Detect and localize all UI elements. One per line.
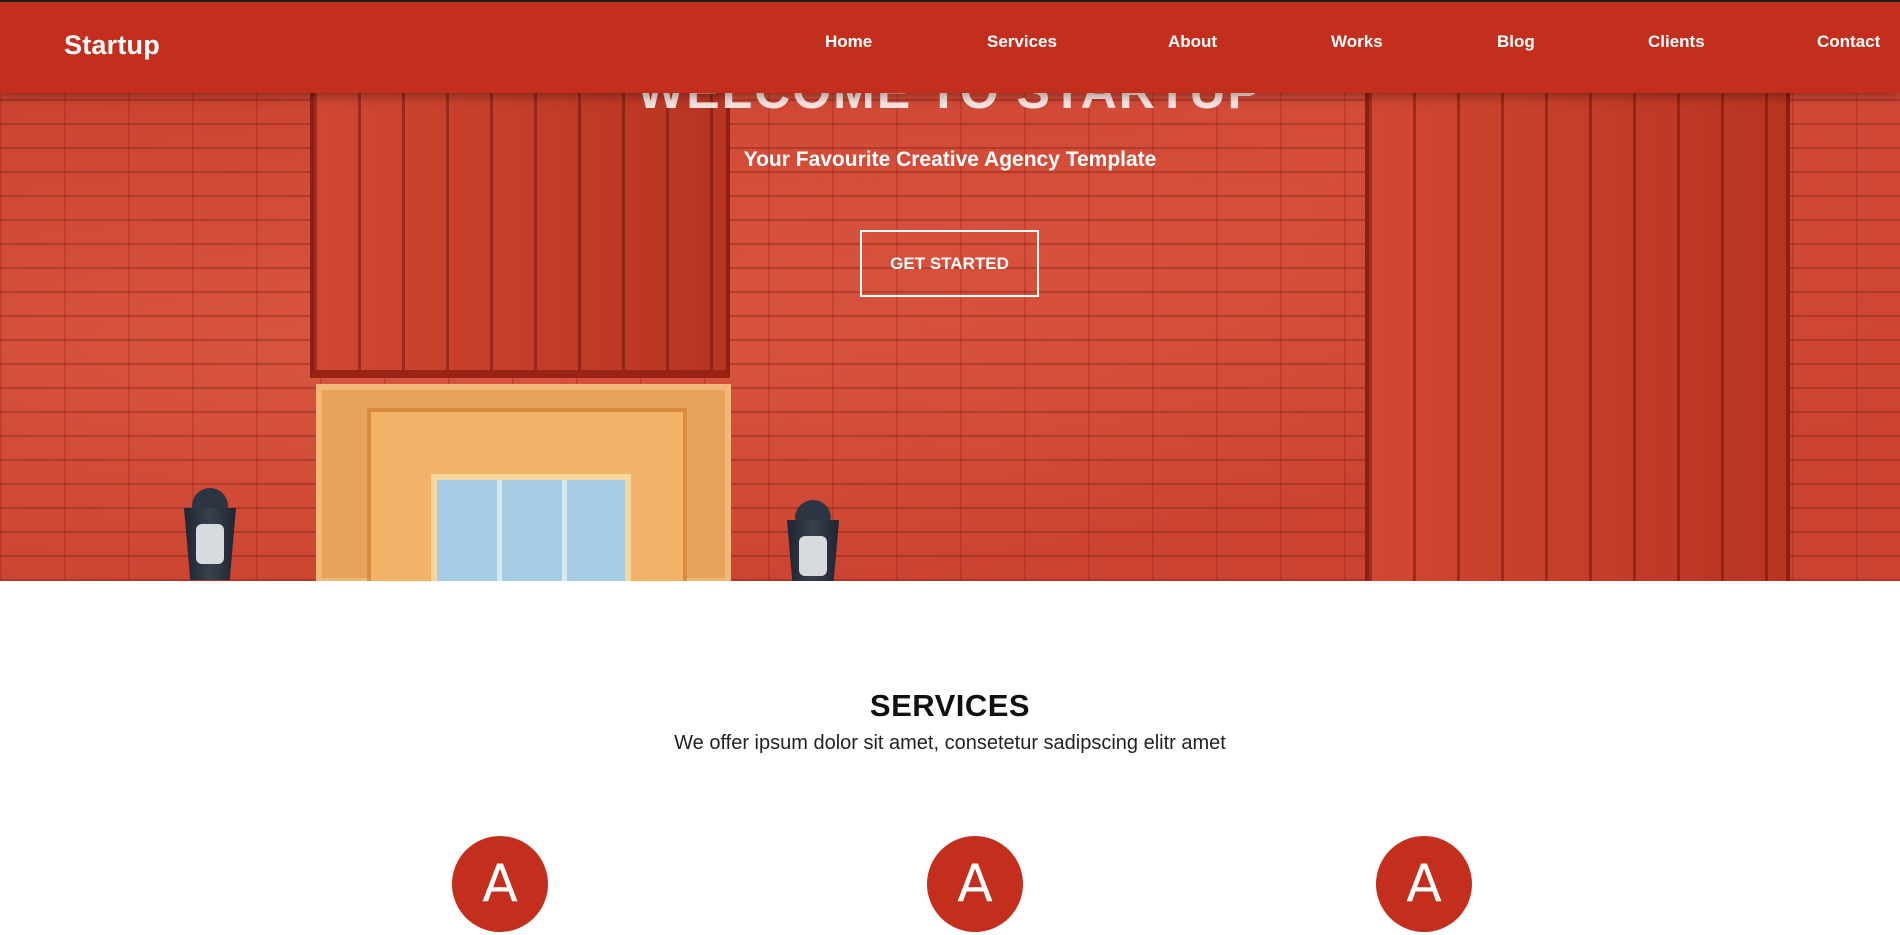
- nav-item-services[interactable]: Services: [987, 32, 1057, 52]
- services-title: SERVICES: [869, 688, 1031, 723]
- service-icon-a: A: [927, 836, 1023, 932]
- top-navbar: Startup Home Services About Works Blog C…: [0, 0, 1900, 93]
- nav-item-works[interactable]: Works: [1331, 32, 1383, 52]
- nav-item-blog[interactable]: Blog: [1497, 32, 1535, 52]
- service-icon-a: A: [1376, 836, 1472, 932]
- nav-item-contact[interactable]: Contact: [1817, 32, 1880, 52]
- lamp-right: [783, 500, 843, 581]
- services-subtitle: We offer ipsum dolor sit amet, consetetu…: [674, 732, 1226, 754]
- window-bar: [562, 480, 567, 581]
- lamp-left: [180, 488, 240, 580]
- nav-item-home[interactable]: Home: [825, 32, 872, 52]
- brand-logo[interactable]: Startup: [64, 30, 160, 61]
- door: [367, 408, 687, 581]
- nav-item-about[interactable]: About: [1168, 32, 1217, 52]
- window-bar: [497, 480, 502, 581]
- nav-item-clients[interactable]: Clients: [1648, 32, 1705, 52]
- service-icon-a: A: [452, 836, 548, 932]
- hero-subtitle: Your Favourite Creative Agency Template: [743, 148, 1157, 171]
- get-started-button[interactable]: GET STARTED: [860, 230, 1039, 297]
- door-window: [431, 474, 631, 581]
- door-frame: [316, 384, 731, 581]
